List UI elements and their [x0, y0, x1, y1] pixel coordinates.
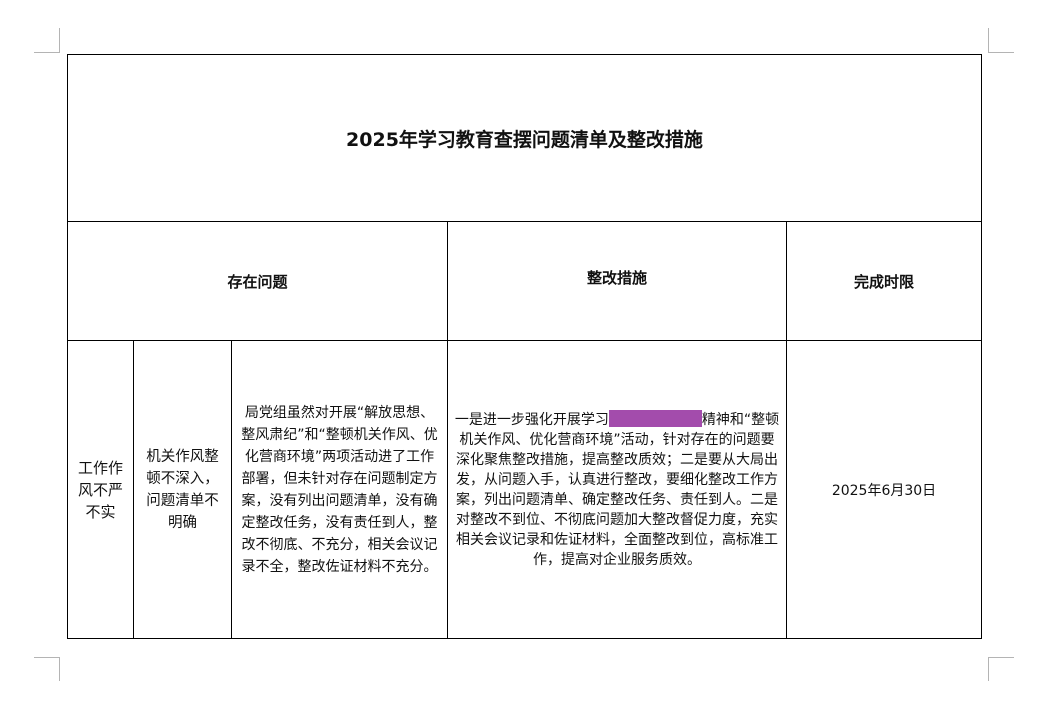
- crop-mark-bottom-left-h: [34, 657, 60, 658]
- crop-mark-top-right-h: [988, 52, 1014, 53]
- category-cell: 工作作风不严不实: [67, 340, 134, 639]
- header-deadline: 完成时限: [786, 221, 982, 341]
- problem-list-table: 2025年学习教育查摆问题清单及整改措施 存在问题 整改措施 完成时限 工作作风…: [67, 54, 982, 639]
- crop-mark-bottom-right-v: [988, 657, 989, 681]
- header-measures: 整改措施: [447, 221, 787, 341]
- problem-detail-cell: 局党组虽然对开展“解放思想、整风肃纪”和“整顿机关作风、优化营商环境”两项活动进…: [231, 340, 448, 639]
- crop-mark-top-left-h: [34, 52, 60, 53]
- measures-cell: 一是进一步强化开展学习 精神和“整顿机关作风、优化营商环境”活动，针对存在的问题要…: [447, 340, 787, 639]
- crop-mark-top-right-v: [988, 28, 989, 52]
- sub-category-cell: 机关作风整顿不深入，问题清单不明确: [133, 340, 232, 639]
- deadline-cell: 2025年6月30日: [786, 340, 982, 639]
- measures-text-start: 一是进一步强化开展学习: [454, 411, 609, 428]
- table-row: 工作作风不严不实 机关作风整顿不深入，问题清单不明确 局党组虽然对开展“解放思想…: [67, 340, 982, 639]
- redaction-block: [608, 409, 702, 427]
- crop-mark-bottom-right-h: [988, 657, 1014, 658]
- crop-mark-bottom-left-v: [59, 657, 60, 681]
- crop-mark-top-left-v: [59, 28, 60, 52]
- header-problem: 存在问题: [67, 221, 448, 341]
- measures-text-rest: 精神和“整顿机关作风、优化营商环境”活动，针对存在的问题要深化聚焦整改措施，提高…: [456, 411, 780, 568]
- document-title: 2025年学习教育查摆问题清单及整改措施: [67, 54, 982, 222]
